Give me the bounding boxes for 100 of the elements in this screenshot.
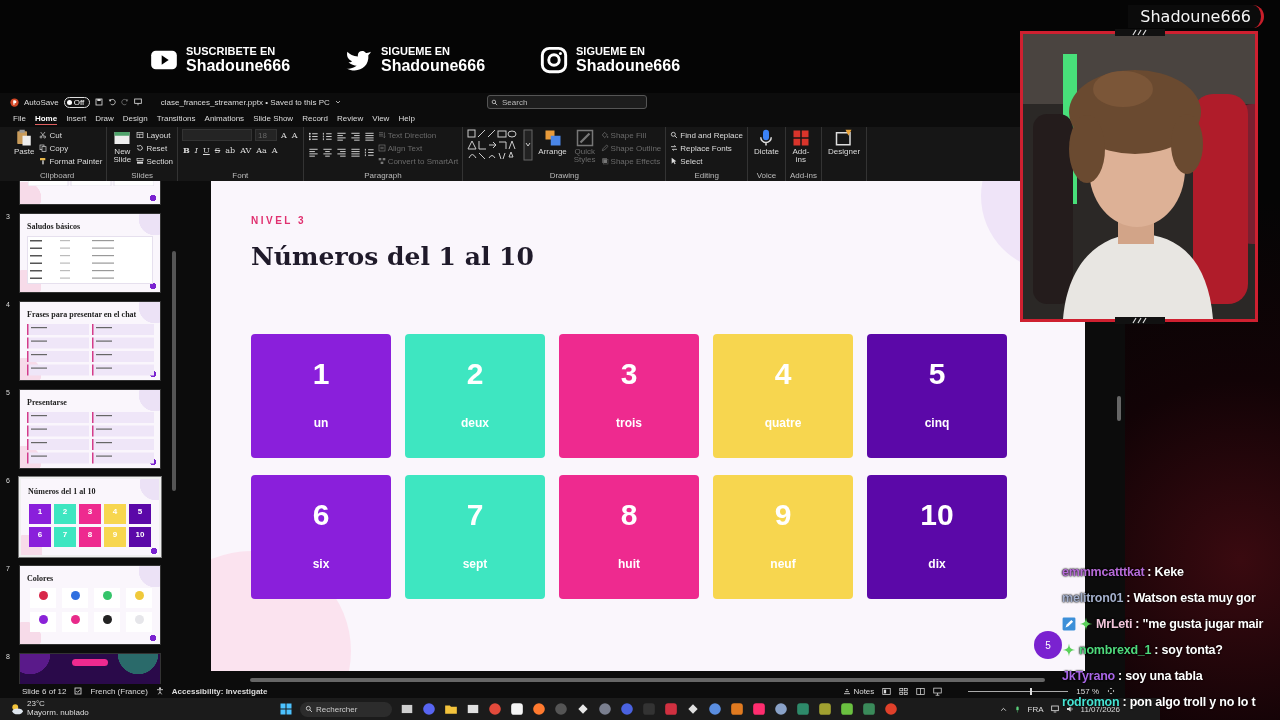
accessibility-status[interactable]: Accessibility: Investigate [171,686,268,696]
thumbnail-title: Saludos básicos [27,222,81,231]
chat-message: : Keke [1147,565,1184,579]
format-button[interactable]: Aa [255,145,268,155]
streamer-name-tag: Shadoune666 [1128,5,1264,28]
banner-caption: SIGUEME EN [381,45,452,57]
thumbnail-tile: 4 [104,504,126,524]
slide-title: Números del 1 al 10 [251,242,535,271]
thumbnail-tile: 9 [104,527,126,547]
chat-message: : soy una tabla [1118,669,1203,683]
tile-number: 7 [466,498,484,532]
group-label: Drawing [548,171,580,181]
search-field[interactable]: Search [487,95,647,109]
format-button[interactable]: S [213,145,222,155]
tile-word: dix [928,557,946,571]
format-button[interactable]: ab [224,145,237,155]
tile-word: un [313,416,329,430]
ribbon-button[interactable]: Add-ins [789,129,812,165]
menu-tab[interactable]: Draw [95,113,114,125]
page-badge: 5 [1034,631,1062,659]
taskbar-search-field[interactable]: Rechercher [300,701,392,717]
tile-number: 8 [620,498,638,532]
ribbon-button[interactable]: New Slide [111,129,134,165]
menu-tab[interactable]: Transitions [156,113,196,125]
format-button[interactable]: B [182,145,191,155]
thumbnail-tile: 3 [79,504,101,524]
slide-thumbnail[interactable]: Saludos básicos [19,213,161,293]
ribbon-button[interactable]: Dictate [752,129,781,157]
format-button[interactable]: A [270,145,279,155]
ribbon-button[interactable]: Designer [826,129,863,157]
weather-condition: Mayorm. nublado [27,709,89,718]
menu-tab[interactable]: Record [302,113,328,125]
chat-username: JkTyrano [1062,669,1116,683]
tile-number: 2 [466,357,484,391]
banner-caption: SUSCRIBETE EN [186,45,277,57]
thumbnail-title: Colores [27,574,54,583]
menu-tab[interactable]: Slide Show [253,113,294,125]
ribbon-button[interactable]: Cut [39,129,103,141]
thumbnail-tile: 1 [29,504,51,524]
thumbnail-tile: 7 [54,527,76,547]
font-size-button[interactable]: A [290,130,299,140]
ribbon-button[interactable]: Replace Fonts [670,142,743,154]
input-language[interactable]: FRA [1027,704,1044,714]
menu-tab[interactable]: Help [398,113,415,125]
tile-word: huit [618,557,640,571]
group-label: Slides [130,171,155,181]
group-label: Voice [755,171,778,181]
language-label[interactable]: French (France) [90,686,148,696]
font-size-button[interactable]: A [280,130,288,140]
tile-word: quatre [764,416,802,430]
group-label: Clipboard [39,171,76,181]
ribbon-button[interactable]: Section [136,155,174,167]
zoom-level[interactable]: 157 % [1076,686,1099,696]
menu-tab[interactable]: Home [34,113,58,125]
slide-thumbnail[interactable]: 1 2 3 4 5 6 7 8 9 10 Números del 1 al 10 [19,477,161,557]
menu-tab[interactable]: Review [336,113,364,125]
autosave-toggle[interactable]: Off [63,96,90,108]
autosave-label: AutoSave [24,97,59,107]
ribbon-button[interactable]: Find and Replace [670,129,743,141]
thumbnail-tile: 8 [79,527,101,547]
ribbon-button[interactable]: Reset [136,142,174,154]
chat-message: : Watson esta muy gor [1126,591,1256,605]
tile-number: 3 [620,357,638,391]
chat-username: MrLeti [1096,617,1133,631]
chat-message: : soy tonta? [1154,643,1223,657]
menu-tab[interactable]: View [372,113,390,125]
ribbon-button[interactable]: Arrange [536,129,569,157]
menu-tab[interactable]: Animations [204,113,245,125]
tile-number: 1 [312,357,330,391]
channel-handle: Shadoune666 [381,57,486,75]
file-name: clase_frances_streamer.pptx • Saved to this PC [160,97,330,107]
thumbnail-title: Presentarse [27,398,67,407]
notes-button[interactable]: Notes [843,686,875,696]
format-button[interactable]: I [193,145,199,155]
thumbnail-tile: 5 [129,504,151,524]
slide-thumbnail[interactable]: Colores [19,565,161,645]
ribbon-button[interactable]: Copy [39,142,103,154]
ribbon-button[interactable]: Format Painter [39,155,103,167]
format-button[interactable]: AV [239,145,253,155]
tile-number: 6 [312,498,330,532]
banner-caption: SIGUEME EN [576,45,647,57]
ribbon-button[interactable]: Layout [136,129,174,141]
menu-tab[interactable]: File [13,113,26,125]
menu-tab[interactable]: Design [122,113,148,125]
group-label: Paragraph [363,171,403,181]
tile-number: 10 [920,498,954,532]
tile-number: 5 [928,357,946,391]
slide-thumbnail[interactable]: Frases para presentar en el chat [19,301,161,381]
thumbnail-title: Frases para presentar en el chat [27,310,137,319]
menu-tab[interactable]: Insert [66,113,87,125]
slide-thumbnail[interactable]: Presentarse [19,389,161,469]
ribbon-button[interactable]: Paste [12,129,37,157]
level-label: NIVEL 3 [251,215,308,226]
format-button[interactable]: U [202,145,211,155]
ribbon-button[interactable]: Select [670,155,743,167]
thumbnail-title: Números del 1 al 10 [28,487,96,496]
tile-word: trois [616,416,642,430]
tile-number: 9 [774,498,792,532]
group-label: Editing [693,171,720,181]
tile-word: deux [461,416,489,430]
